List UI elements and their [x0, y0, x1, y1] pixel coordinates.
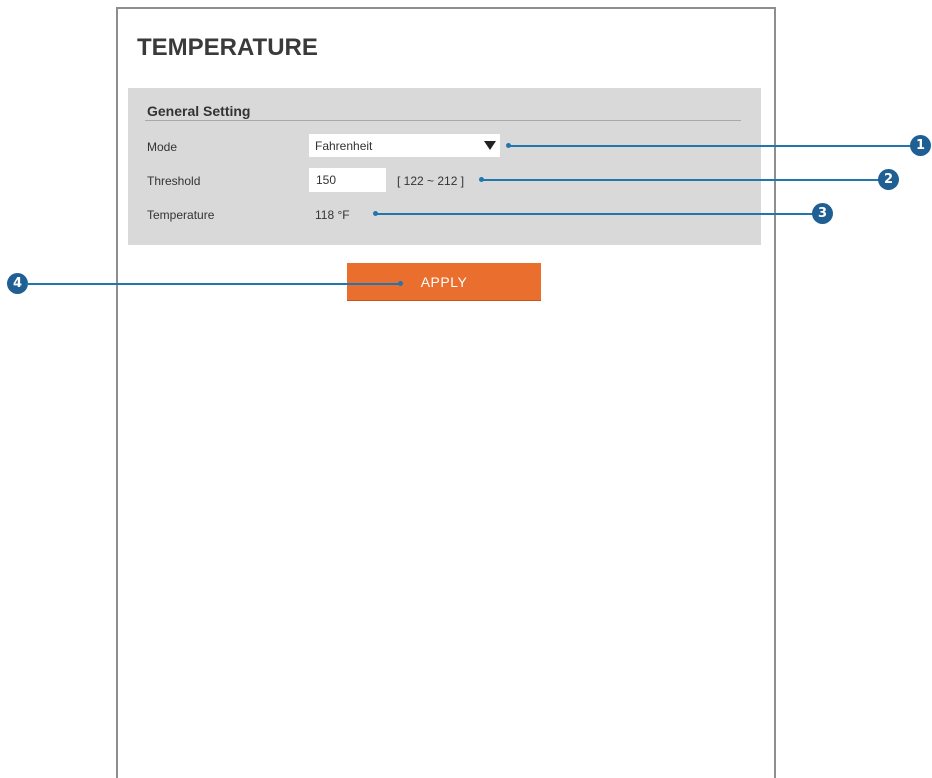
dropdown-arrow-icon[interactable] [484, 141, 496, 150]
mode-select-value: Fahrenheit [315, 139, 373, 153]
callout-2-badge: 2 [878, 169, 899, 190]
callout-4-dot [398, 281, 403, 286]
manual-page: TEMPERATURE General Setting Mode Fahrenh… [0, 0, 932, 778]
callout-2-line [482, 179, 880, 181]
temperature-label: Temperature [147, 208, 215, 222]
apply-button[interactable]: APPLY [347, 263, 541, 300]
threshold-input[interactable] [309, 168, 386, 192]
callout-1-badge: 1 [910, 135, 931, 156]
callout-3-line [376, 213, 814, 215]
mode-label: Mode [147, 140, 178, 154]
callout-4-badge: 4 [7, 273, 28, 294]
threshold-range: [ 122 ~ 212 ] [397, 174, 465, 188]
temperature-value: 118 °F [315, 208, 350, 222]
mode-select[interactable]: Fahrenheit [309, 134, 500, 157]
callout-4-line [26, 283, 399, 285]
callout-3-badge: 3 [812, 203, 833, 224]
section-title: General Setting [147, 103, 251, 119]
callout-1-line [509, 145, 912, 147]
section-divider [145, 120, 741, 121]
threshold-label: Threshold [147, 174, 201, 188]
page-title: TEMPERATURE [137, 34, 318, 61]
